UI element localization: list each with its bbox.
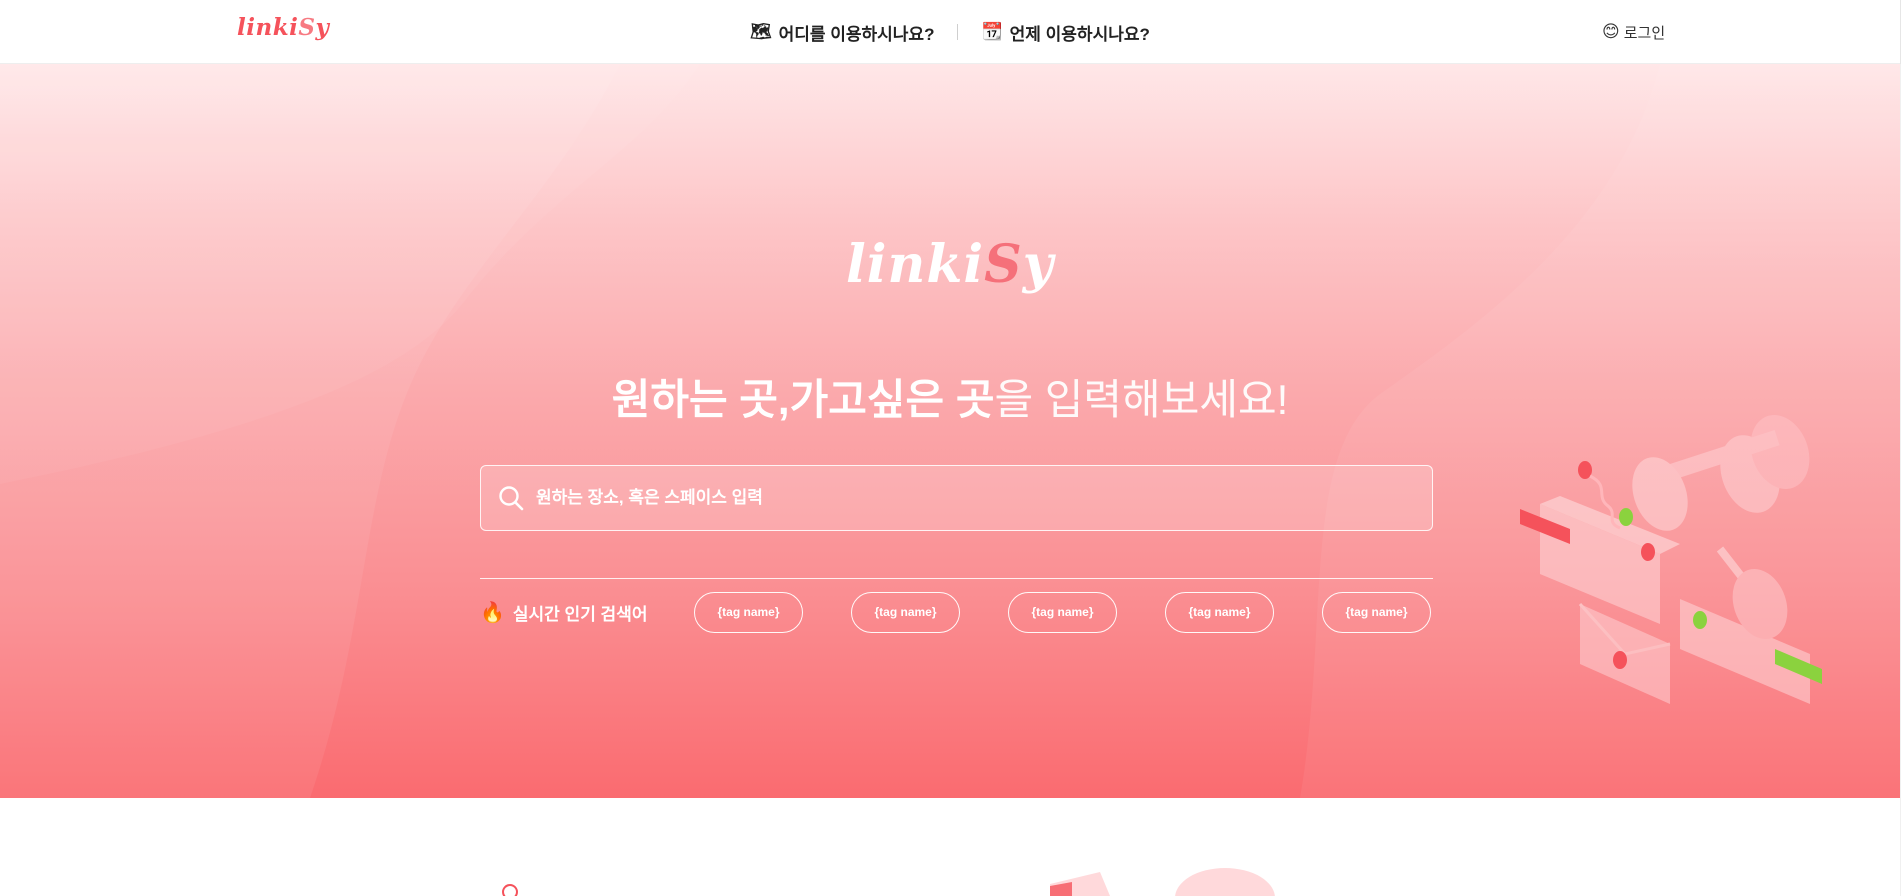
trending-tags: {tag name} {tag name} {tag name} {tag na… — [694, 591, 1431, 633]
map-icon: 🗺 — [750, 22, 772, 42]
hero-logo-end: y — [1022, 234, 1054, 295]
trending-label: 🔥 실시간 인기 검색어 — [480, 600, 694, 625]
header-logo-text: linki — [237, 14, 299, 41]
hero-illustration — [1520, 415, 1822, 704]
login-button[interactable]: 😊 로그인 — [1602, 0, 1665, 64]
nav-divider — [957, 24, 959, 40]
headline-bold: 원하는 곳,가고싶은 곳 — [611, 376, 995, 423]
header-logo[interactable]: linkiSy — [237, 14, 329, 41]
headline-light: 을 입력해보세요! — [994, 376, 1289, 423]
search-icon — [499, 486, 524, 511]
trending-label-text: 실시간 인기 검색어 — [512, 604, 648, 624]
next-section-preview — [0, 798, 1900, 896]
nav-where[interactable]: 🗺 어디를 이용하시나요? — [750, 20, 934, 45]
login-label: 로그인 — [1623, 24, 1666, 42]
nav-when[interactable]: 📆 언제 이용하시나요? — [981, 20, 1149, 45]
hero-section: linkiSy 원하는 곳,가고싶은 곳을 입력해보세요! 🔥 실시간 인기 검… — [0, 64, 1900, 798]
calendar-icon: 📆 — [981, 22, 1003, 42]
main-nav: 🗺 어디를 이용하시나요? 📆 언제 이용하시나요? — [750, 0, 1150, 64]
hero-logo-text: linki — [846, 234, 985, 295]
header-logo-s: S — [298, 14, 316, 41]
trending-tag[interactable]: {tag name} — [694, 591, 803, 633]
trending-tag[interactable]: {tag name} — [1165, 591, 1274, 633]
top-header: linkiSy 🗺 어디를 이용하시나요? 📆 언제 이용하시나요? 😊 로그인 — [0, 0, 1900, 64]
trending-searches: 🔥 실시간 인기 검색어 {tag name} {tag name} {tag … — [480, 591, 1433, 633]
trending-tag[interactable]: {tag name} — [851, 591, 960, 633]
hero-logo: linkiSy — [0, 234, 1900, 295]
next-section-illustration — [502, 868, 1275, 896]
hero-logo-s: S — [984, 234, 1023, 295]
trending-tag[interactable]: {tag name} — [1008, 591, 1117, 633]
header-logo-end: y — [315, 14, 330, 41]
nav-when-label: 언제 이용하시나요? — [1009, 24, 1150, 44]
search-box[interactable] — [480, 465, 1433, 531]
smile-emoji-icon: 😊 — [1602, 22, 1620, 42]
search-input[interactable] — [536, 488, 1396, 508]
fire-icon: 🔥 — [480, 600, 505, 624]
trending-divider — [480, 578, 1433, 579]
trending-tag[interactable]: {tag name} — [1322, 591, 1431, 633]
nav-where-label: 어디를 이용하시나요? — [778, 24, 935, 44]
